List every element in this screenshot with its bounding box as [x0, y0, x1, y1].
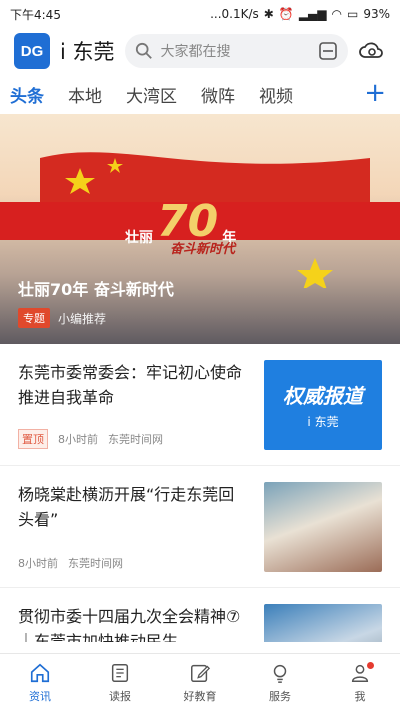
- article-time: 8小时前: [18, 557, 58, 570]
- nav-label: 服务: [269, 689, 291, 703]
- search-placeholder: 大家都在搜: [160, 44, 231, 60]
- article-source: 东莞时间网: [68, 557, 123, 570]
- battery-level: 93%: [363, 7, 390, 21]
- pinned-badge: 置顶: [18, 429, 48, 449]
- bluetooth-icon: ✱: [263, 7, 274, 21]
- tab-local[interactable]: 本地: [68, 82, 102, 107]
- scan-icon[interactable]: [318, 41, 338, 61]
- bottom-nav: 资讯 读报 好教育 服务 我: [0, 653, 400, 711]
- banner-slogan-left: 壮丽: [125, 230, 153, 246]
- list-item[interactable]: 东莞市委常委会：牢记初心使命 推进自我革命 置顶 8小时前 东莞时间网 权威报道…: [0, 344, 400, 466]
- lightbulb-icon: [273, 664, 287, 683]
- article-time: 8小时前: [58, 433, 98, 446]
- article-thumbnail: [264, 482, 382, 572]
- nav-newspaper[interactable]: 读报: [80, 654, 160, 711]
- nav-services[interactable]: 服务: [240, 654, 320, 711]
- edit-icon: [191, 664, 211, 682]
- alarm-icon: ⏰: [278, 7, 294, 21]
- hero-source: 小编推荐: [58, 311, 107, 326]
- newspaper-icon: [111, 663, 129, 682]
- wifi-icon: ◠: [331, 7, 342, 21]
- thumbnail-line2: i 东莞: [307, 415, 339, 429]
- banner-subtitle: 奋斗新时代: [170, 242, 236, 257]
- search-bar[interactable]: 大家都在搜: [124, 34, 348, 68]
- nav-label: 好教育: [183, 689, 217, 703]
- weather-icon[interactable]: [358, 37, 386, 65]
- topic-badge: 专题: [18, 308, 50, 328]
- battery-icon: ▭: [346, 7, 359, 21]
- app-name: i 东莞: [60, 40, 115, 64]
- nav-education[interactable]: 好教育: [160, 654, 240, 711]
- thumbnail-line1: 权威报道: [283, 384, 363, 408]
- signal-icon: ▂▄▆: [298, 7, 327, 21]
- tab-headline[interactable]: 头条: [10, 82, 44, 107]
- notification-dot: [367, 662, 374, 669]
- search-icon: [135, 42, 152, 59]
- article-meta: 8小时前 东莞时间网: [18, 555, 250, 571]
- tab-greater-bay[interactable]: 大湾区: [126, 82, 177, 107]
- article-list: 东莞市委常委会：牢记初心使命 推进自我革命 置顶 8小时前 东莞时间网 权威报道…: [0, 344, 400, 642]
- nav-label: 资讯: [29, 689, 51, 703]
- network-speed: ...0.1K/s: [210, 7, 259, 21]
- list-item[interactable]: 贯彻市委十四届九次全会精神⑦｜东莞市加快推动民生: [0, 588, 400, 642]
- tab-video[interactable]: 视频: [259, 82, 293, 107]
- nav-me[interactable]: 我: [320, 654, 400, 711]
- tab-weizhen[interactable]: 微阵: [201, 82, 235, 107]
- hero-banner[interactable]: 壮丽 70 年 奋斗新时代 壮丽70年 奋斗新时代 专题 小编推荐: [0, 114, 400, 344]
- nav-news[interactable]: 资讯: [0, 654, 80, 711]
- category-tabs: 头条 本地 大湾区 微阵 视频 +: [0, 74, 400, 114]
- nav-label: 我: [354, 689, 366, 703]
- home-icon: [30, 663, 50, 682]
- list-item[interactable]: 杨晓棠赴横沥开展“行走东莞回头看” 8小时前 东莞时间网: [0, 466, 400, 588]
- status-time: 下午4:45: [10, 7, 61, 22]
- hero-title: 壮丽70年 奋斗新时代: [18, 280, 174, 299]
- article-thumbnail: [264, 604, 382, 642]
- add-tab-icon[interactable]: +: [340, 78, 386, 108]
- article-title: 东莞市委常委会：牢记初心使命 推进自我革命: [18, 363, 243, 407]
- article-title: 贯彻市委十四届九次全会精神⑦｜东莞市加快推动民生: [18, 607, 241, 642]
- article-meta: 置顶 8小时前 东莞时间网: [18, 429, 250, 449]
- article-title: 杨晓棠赴横沥开展“行走东莞回头看”: [18, 485, 235, 529]
- nav-label: 读报: [109, 689, 131, 703]
- article-thumbnail: 权威报道 i 东莞: [264, 360, 382, 450]
- app-header: DG i 东莞 大家都在搜: [0, 28, 400, 74]
- hero-meta: 专题 小编推荐: [18, 308, 106, 328]
- status-bar: 下午4:45 ...0.1K/s ✱ ⏰ ▂▄▆ ◠ ▭ 93%: [0, 0, 400, 28]
- app-logo: DG: [14, 33, 50, 69]
- article-source: 东莞时间网: [108, 433, 163, 446]
